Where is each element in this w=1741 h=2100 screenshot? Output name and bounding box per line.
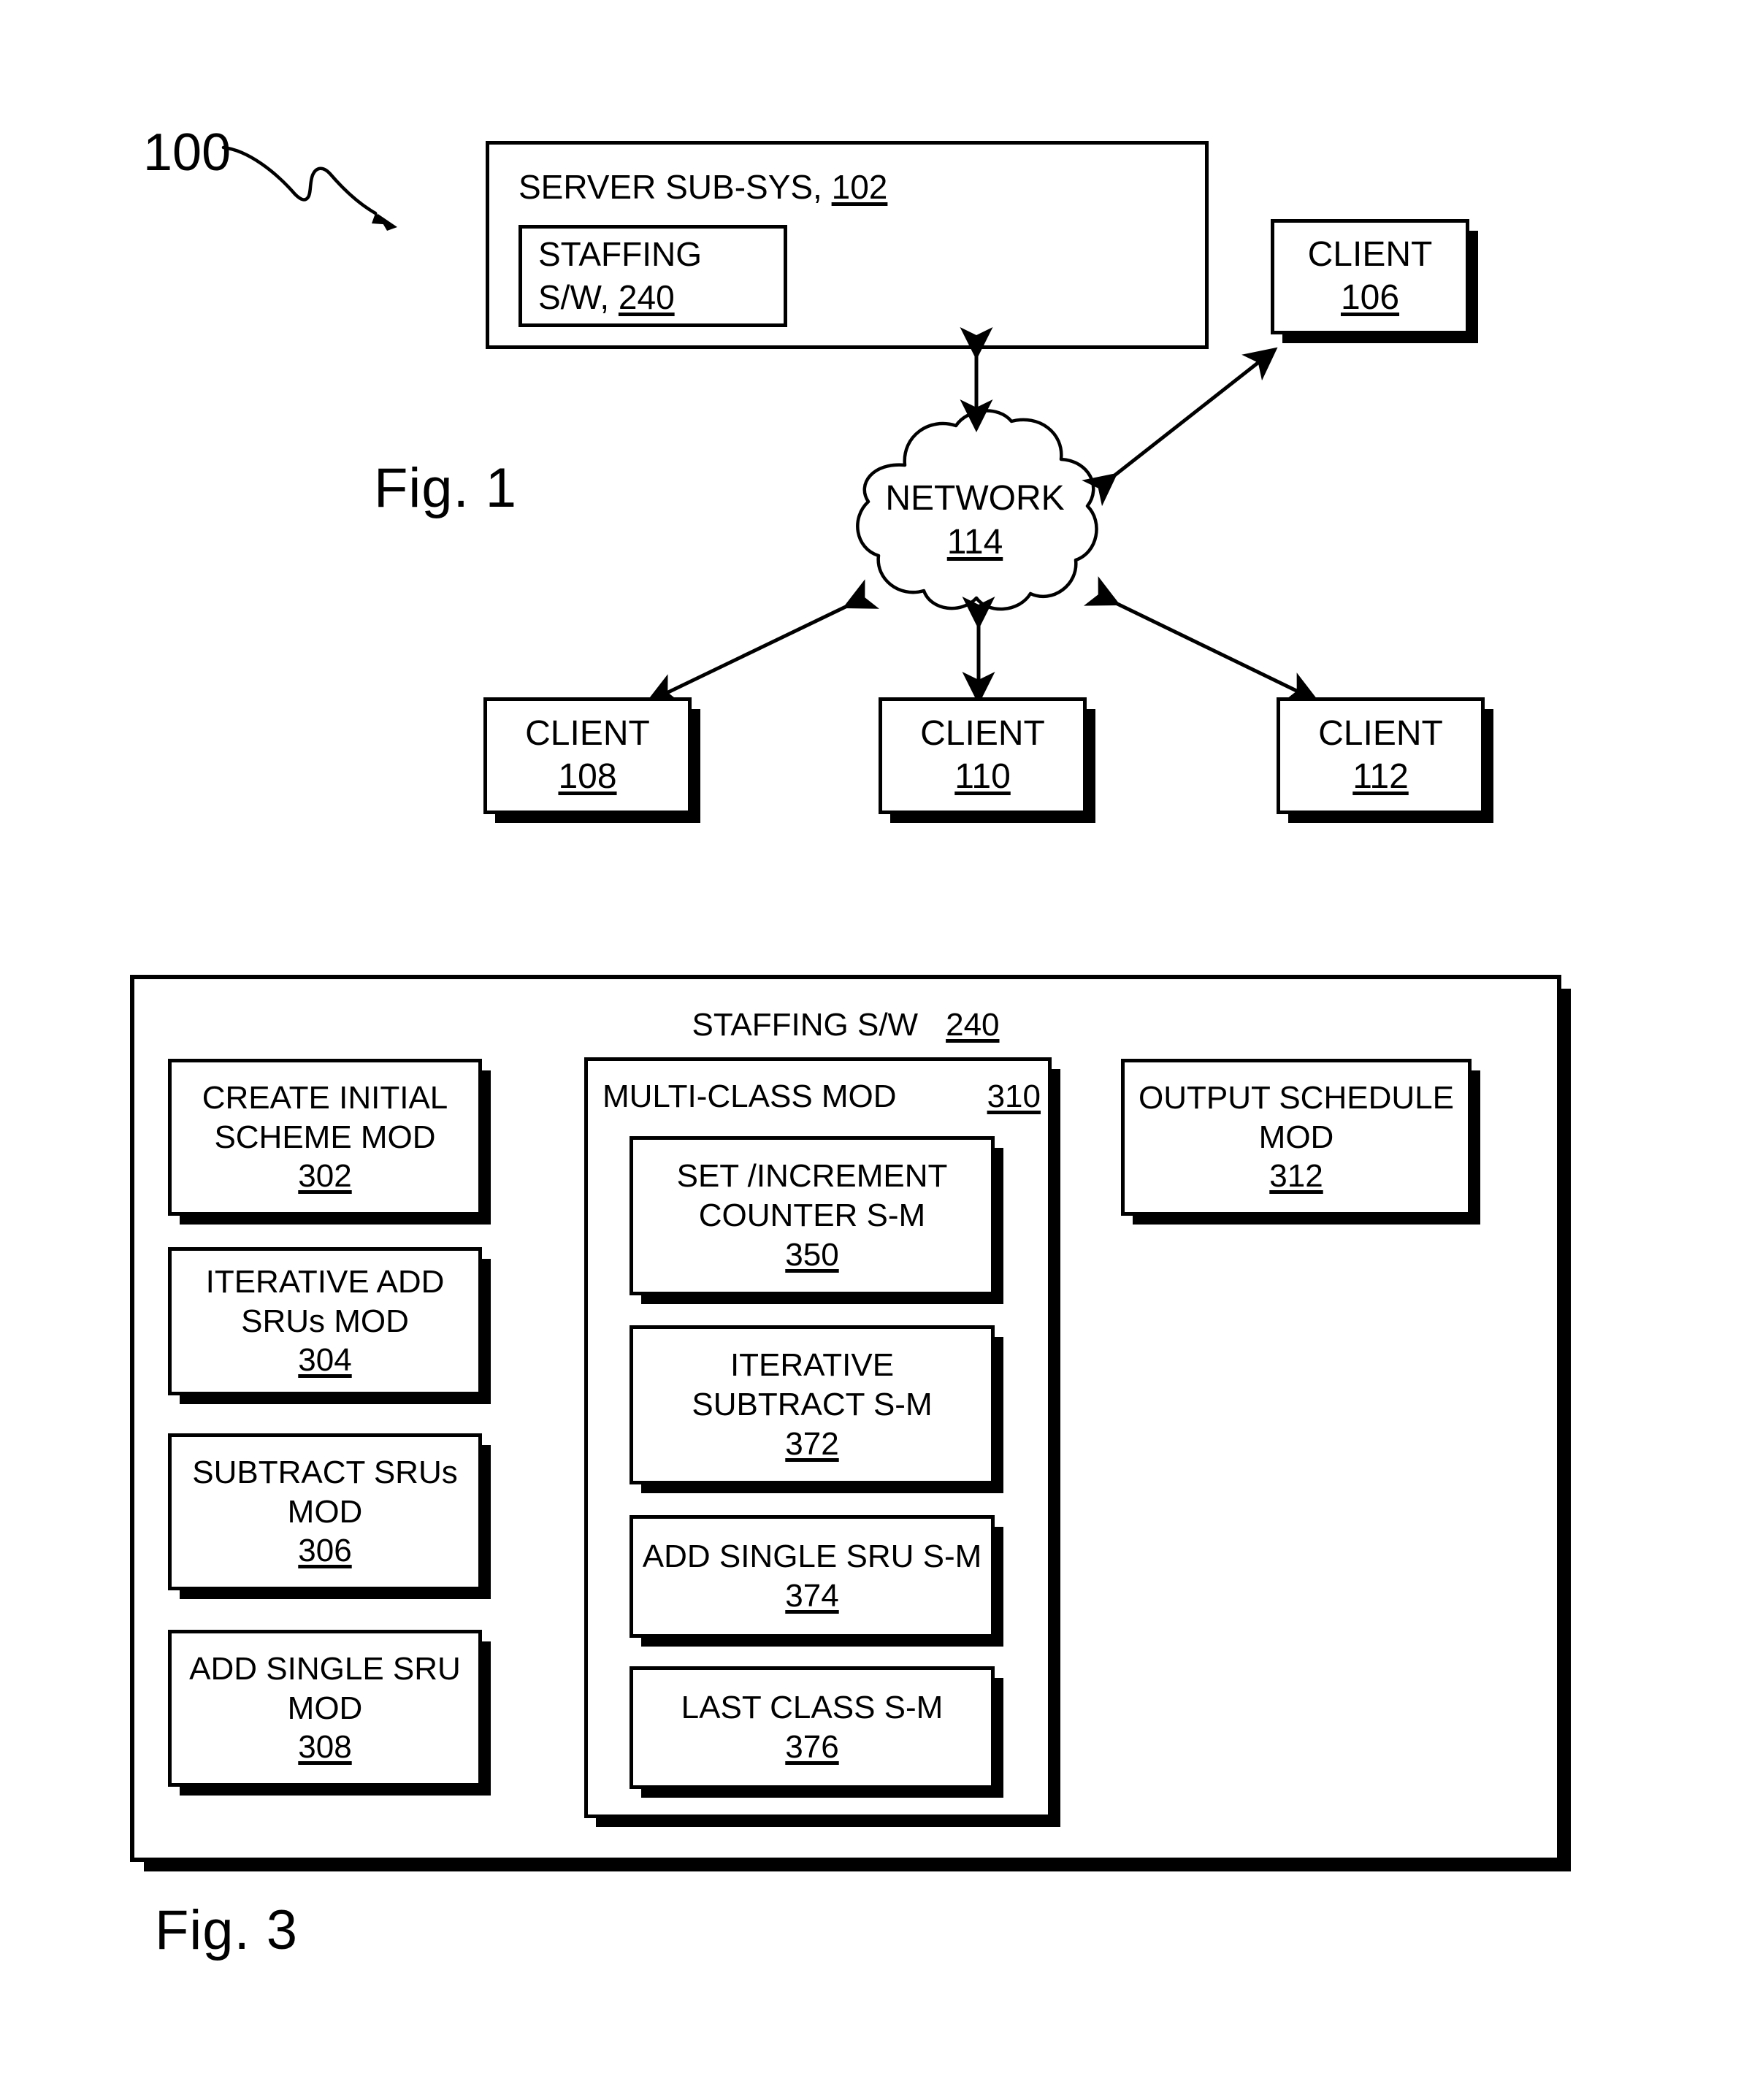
arrow-network-client112	[1083, 576, 1320, 702]
arrow-network-client108	[645, 579, 879, 704]
submodule-set-increment-counter-350: SET /INCREMENT COUNTER S-M 350	[630, 1136, 995, 1295]
module-subtract-srus-306: SUBTRACT SRUs MOD 306	[168, 1433, 482, 1590]
figure3-caption: Fig. 3	[155, 1899, 299, 1961]
module-iterative-add-srus-304: ITERATIVE ADD SRUs MOD 304	[168, 1247, 482, 1395]
staffing-software-title: STAFFING S/W 240	[692, 1007, 1000, 1043]
module-add-single-sru-308: ADD SINGLE SRU MOD 308	[168, 1630, 482, 1787]
submodule-last-class-376: LAST CLASS S-M 376	[630, 1666, 995, 1789]
arrow-network-client106	[1082, 347, 1278, 507]
multi-class-header: MULTI-CLASS MOD 310	[602, 1078, 1041, 1114]
figure1-caption: Fig. 1	[374, 457, 518, 519]
module-create-initial-scheme-302: CREATE INITIAL SCHEME MOD 302	[168, 1059, 482, 1216]
submodule-add-single-sru-374: ADD SINGLE SRU S-M 374	[630, 1515, 995, 1638]
submodule-iterative-subtract-372: ITERATIVE SUBTRACT S-M 372	[630, 1325, 995, 1484]
client-box-112: CLIENT 112	[1277, 697, 1485, 814]
client-box-110: CLIENT 110	[879, 697, 1087, 814]
module-output-schedule-312: OUTPUT SCHEDULE MOD 312	[1121, 1059, 1472, 1216]
client-box-108: CLIENT 108	[483, 697, 692, 814]
